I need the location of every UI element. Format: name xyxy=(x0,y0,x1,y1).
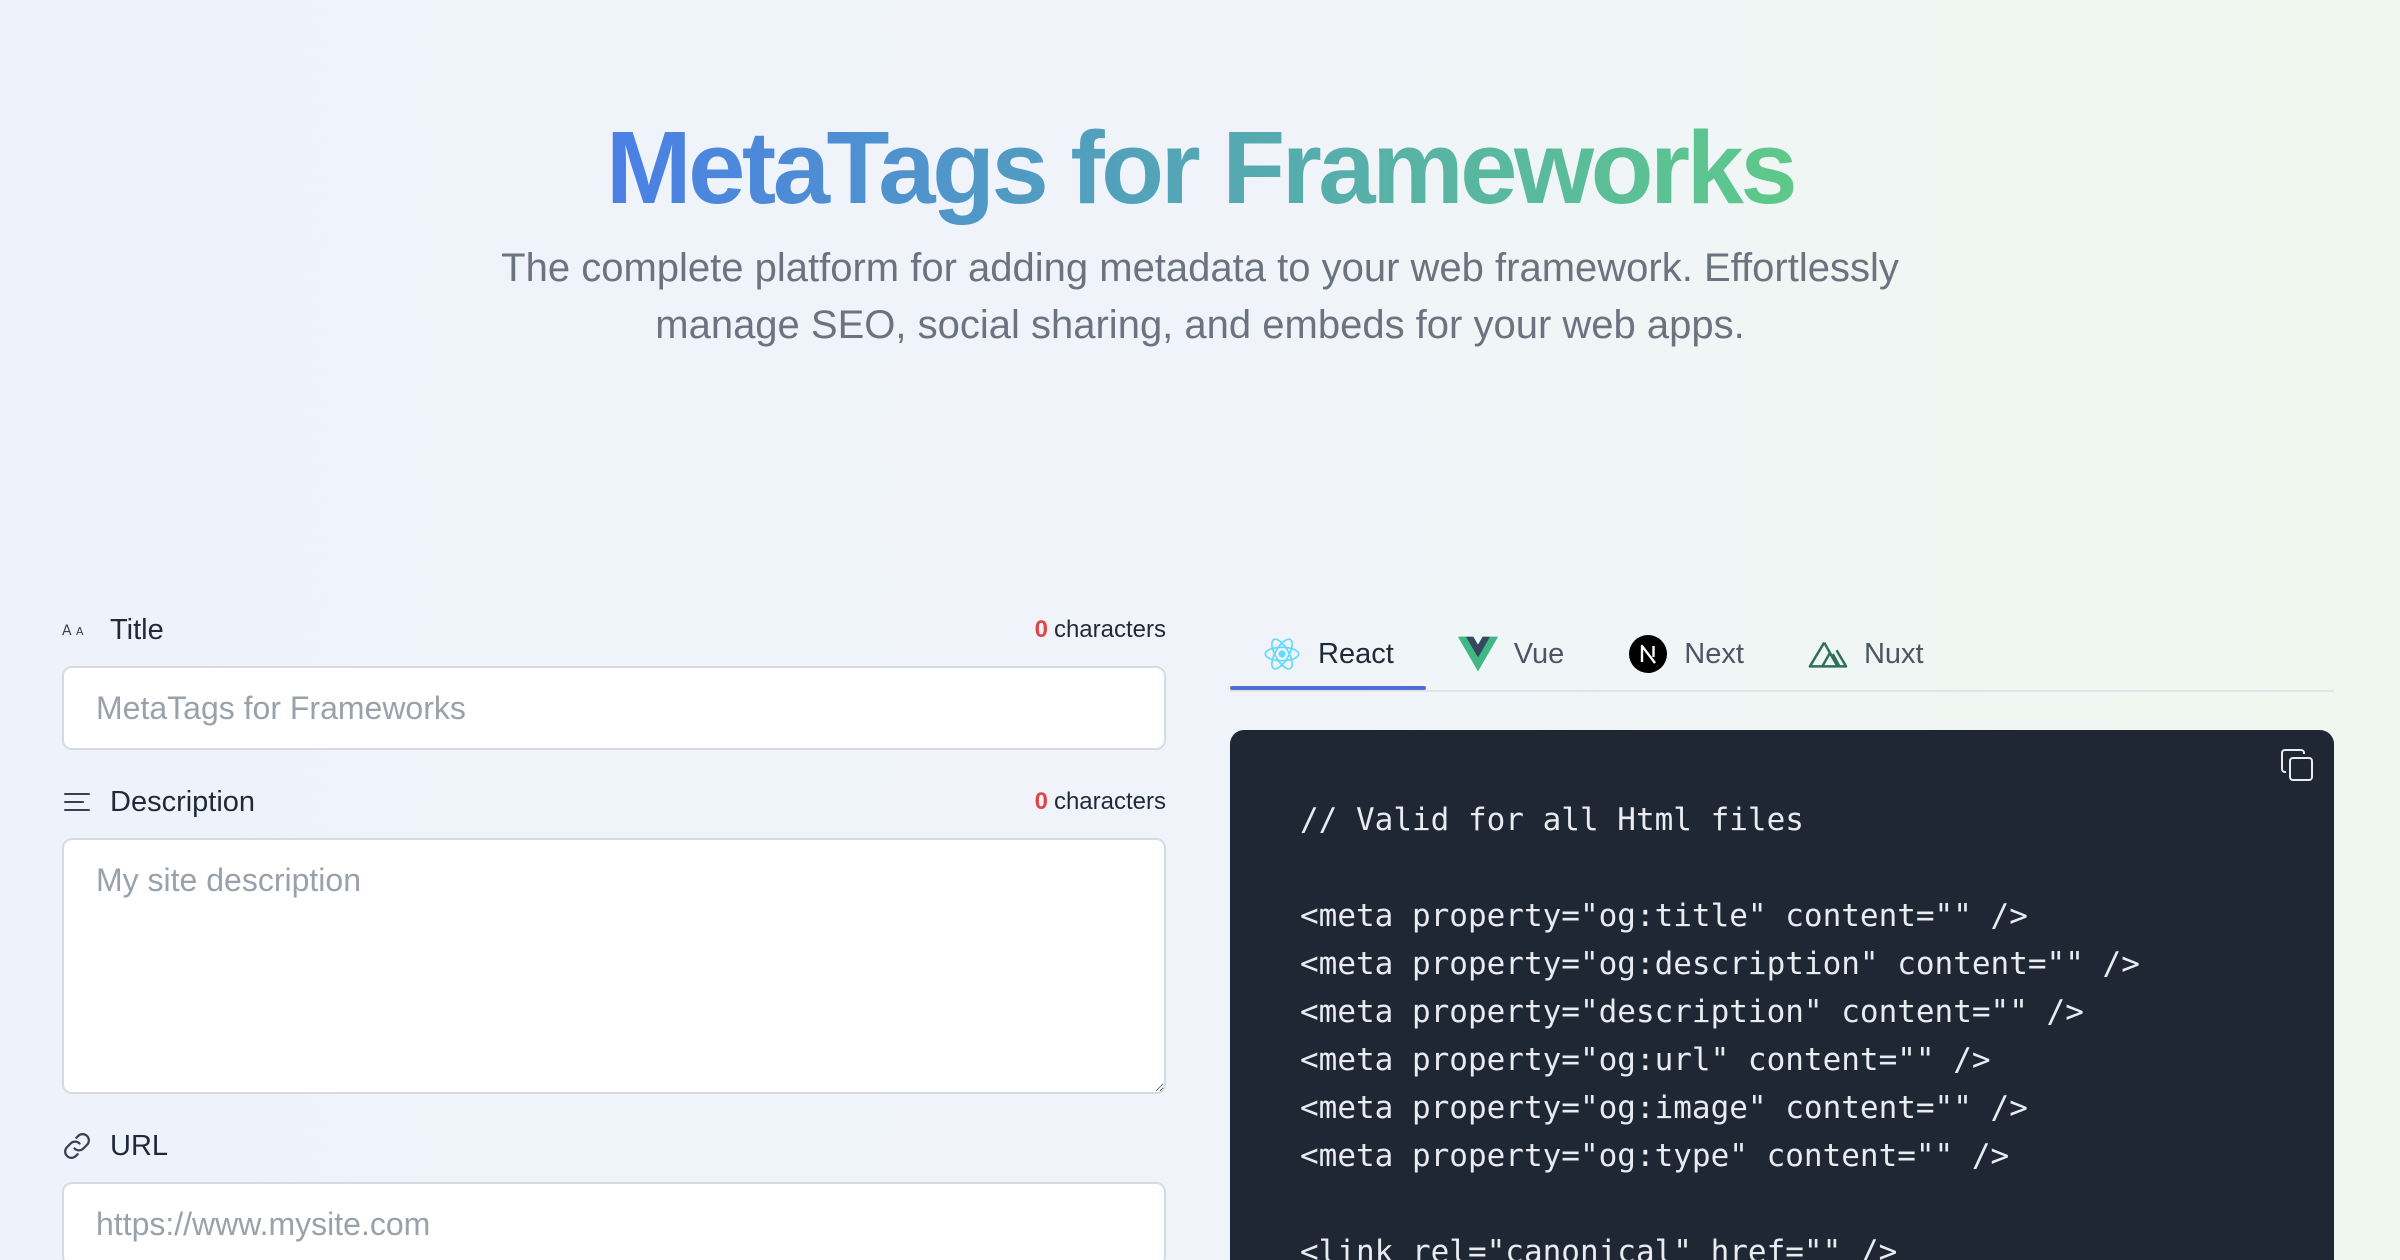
tab-next-label: Next xyxy=(1684,637,1744,670)
tab-vue[interactable]: Vue xyxy=(1426,620,1597,688)
text-size-icon: A A xyxy=(62,615,92,645)
code-block: // Valid for all Html files <meta propert… xyxy=(1230,730,2334,1260)
code-line: <meta property="og:description" content=… xyxy=(1300,946,2140,982)
code-text: // Valid for all Html files <meta propert… xyxy=(1300,796,2140,1260)
url-field-header: URL xyxy=(62,1116,1166,1176)
code-line: <meta property="og:type" content="" /> xyxy=(1300,1138,2010,1174)
code-line: // Valid for all Html files xyxy=(1300,802,1804,838)
description-char-count-number: 0 xyxy=(1034,788,1048,815)
title-label: Title xyxy=(110,613,164,646)
url-input[interactable] xyxy=(62,1182,1166,1260)
nuxt-icon xyxy=(1808,634,1848,674)
tab-nuxt-label: Nuxt xyxy=(1863,637,1924,670)
title-char-count-suffix: characters xyxy=(1053,616,1166,643)
description-char-count-suffix: characters xyxy=(1053,788,1166,815)
description-textarea[interactable] xyxy=(62,838,1166,1094)
tab-react-label: React xyxy=(1318,637,1394,670)
next-icon xyxy=(1628,634,1668,674)
tab-react[interactable]: React xyxy=(1230,620,1426,690)
page-title: MetaTags for Frameworks xyxy=(0,108,2400,228)
tab-vue-label: Vue xyxy=(1513,637,1565,670)
vue-icon xyxy=(1457,634,1498,674)
link-icon xyxy=(62,1131,92,1161)
tab-nuxt[interactable]: Nuxt xyxy=(1776,620,1956,688)
svg-text:A: A xyxy=(62,623,72,639)
code-line: <meta property="og:image" content="" /> xyxy=(1300,1090,2028,1126)
react-icon xyxy=(1262,634,1302,674)
page-subtitle: The complete platform for adding metadat… xyxy=(501,246,1899,347)
url-label: URL xyxy=(110,1129,169,1162)
copy-icon xyxy=(2277,745,2317,790)
description-field-header: Description 0 characters xyxy=(62,772,1166,832)
code-line: <meta property="description" content="" … xyxy=(1300,994,2084,1030)
framework-tabs: React Vue Next Nuxt xyxy=(1230,620,2334,692)
align-left-icon xyxy=(62,787,92,817)
code-line: <link rel="canonical" href="" /> xyxy=(1300,1234,1898,1260)
tab-next[interactable]: Next xyxy=(1596,620,1776,688)
description-label: Description xyxy=(110,785,256,818)
page-title-text: MetaTags for Frameworks xyxy=(605,110,1798,225)
title-field-header: A A Title 0 characters xyxy=(62,600,1166,660)
title-input[interactable] xyxy=(62,666,1166,750)
copy-button[interactable] xyxy=(2274,744,2320,790)
title-char-count: 0 characters xyxy=(1035,616,1166,644)
description-char-count: 0 characters xyxy=(1035,788,1166,816)
code-line: <meta property="og:url" content="" /> xyxy=(1300,1042,1991,1078)
title-char-count-number: 0 xyxy=(1034,616,1048,643)
code-line: <meta property="og:title" content="" /> xyxy=(1300,898,2028,934)
svg-text:A: A xyxy=(76,625,84,638)
